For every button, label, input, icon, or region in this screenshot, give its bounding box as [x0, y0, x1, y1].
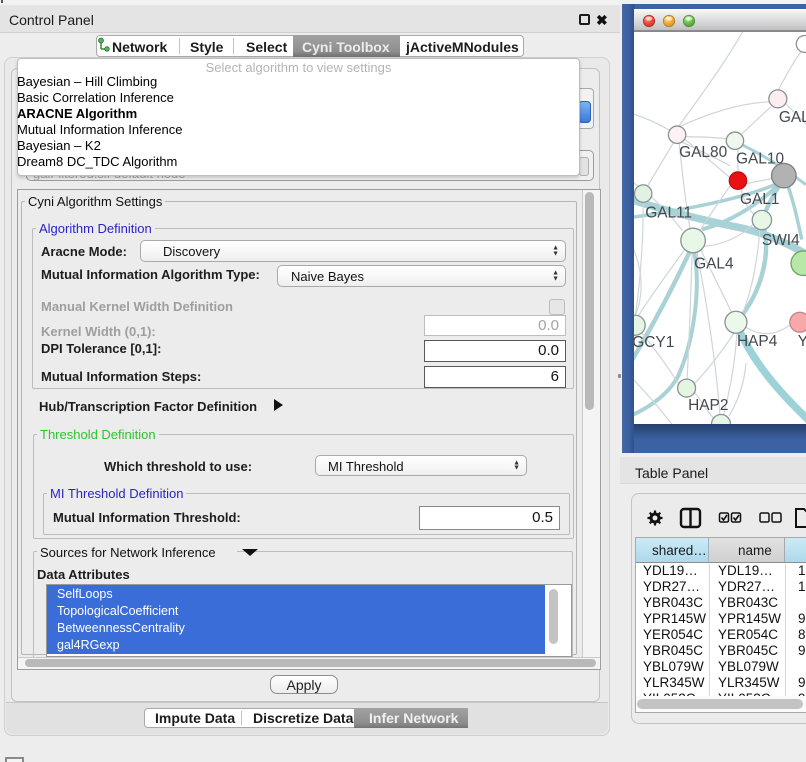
svg-text:GAL4: GAL4: [694, 255, 734, 272]
svg-text:GAL2: GAL2: [779, 109, 806, 126]
svg-text:GAL10: GAL10: [736, 151, 784, 168]
svg-text:GAL80: GAL80: [679, 144, 727, 161]
svg-text:GAL1: GAL1: [740, 191, 780, 208]
svg-text:HAP4: HAP4: [737, 333, 778, 350]
svg-text:GAL11: GAL11: [645, 205, 692, 222]
svg-text:Y: Y: [798, 333, 806, 350]
svg-text:GCY1: GCY1: [634, 334, 674, 351]
svg-text:HAP2: HAP2: [688, 397, 728, 414]
svg-text:SWI4: SWI4: [762, 232, 800, 249]
